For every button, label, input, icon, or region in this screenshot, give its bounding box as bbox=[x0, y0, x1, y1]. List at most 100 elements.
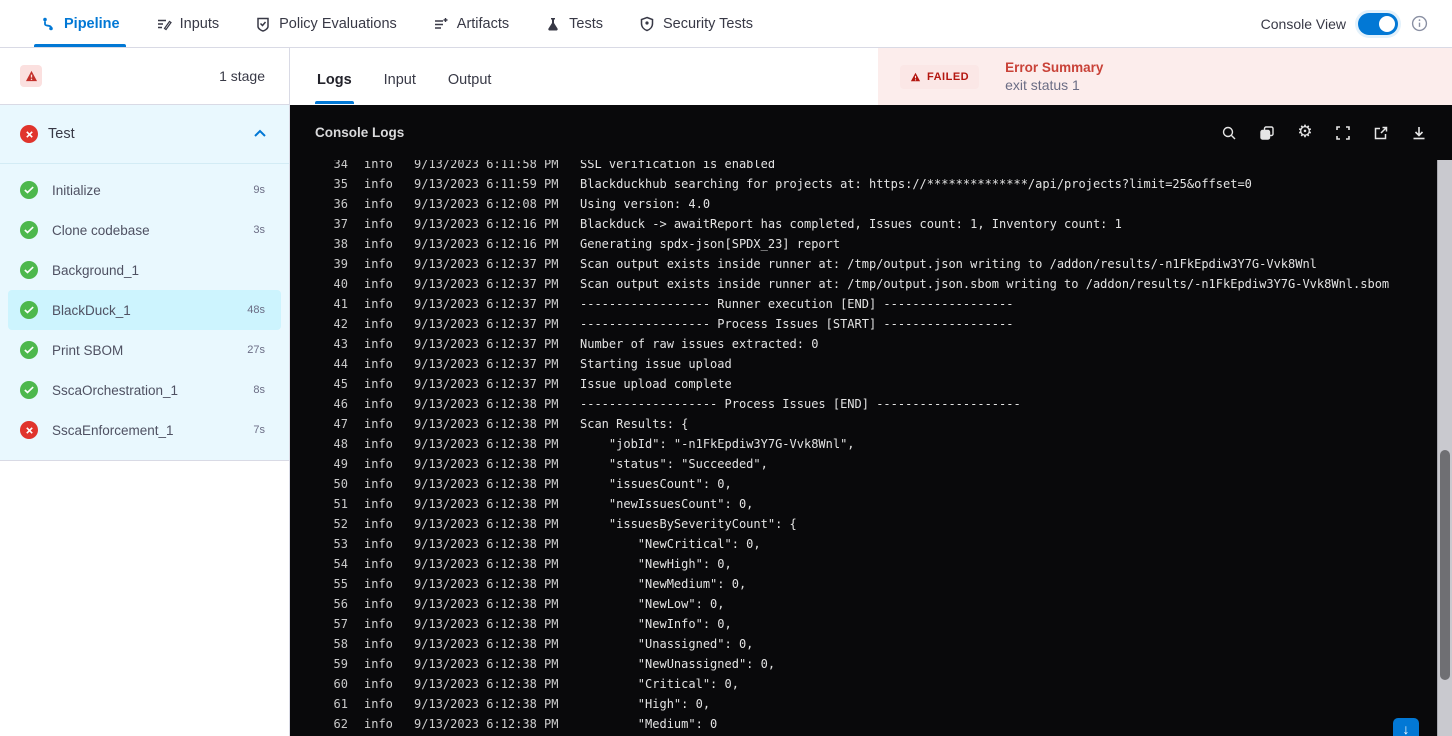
step-item-background-1[interactable]: Background_1 bbox=[8, 250, 281, 290]
download-icon[interactable] bbox=[1410, 124, 1428, 142]
log-line-number: 57 bbox=[333, 617, 348, 631]
tab-pipeline-label: Pipeline bbox=[64, 15, 120, 32]
log-line-number: 48 bbox=[333, 437, 348, 451]
chevron-up-icon[interactable] bbox=[253, 125, 267, 143]
info-icon[interactable] bbox=[1410, 15, 1428, 33]
log-level: info bbox=[364, 337, 393, 351]
log-level: info bbox=[364, 577, 393, 591]
log-message: "Critical": 0, bbox=[580, 677, 739, 691]
console-actions: ⚙ bbox=[1220, 124, 1428, 142]
settings-gear-icon[interactable]: ⚙ bbox=[1296, 124, 1314, 142]
copy-icon[interactable] bbox=[1258, 124, 1276, 142]
log-line-number: 51 bbox=[333, 497, 348, 511]
log-row: 62 info 9/13/2023 6:12:38 PM "Medium": 0 bbox=[290, 714, 1437, 734]
step-duration: 3s bbox=[253, 224, 265, 236]
failed-badge-label: FAILED bbox=[927, 70, 970, 83]
tab-output[interactable]: Output bbox=[446, 72, 494, 104]
log-line-number: 36 bbox=[333, 197, 348, 211]
step-name: BlackDuck_1 bbox=[52, 302, 131, 318]
log-timestamp: 9/13/2023 6:12:16 PM bbox=[414, 237, 559, 251]
log-level: info bbox=[364, 417, 393, 431]
tab-logs[interactable]: Logs bbox=[315, 72, 354, 104]
log-level: info bbox=[364, 377, 393, 391]
log-level: info bbox=[364, 297, 393, 311]
step-detail-tabs-row: Logs Input Output FAILED Error Summary e… bbox=[290, 48, 1452, 105]
log-level: info bbox=[364, 237, 393, 251]
tab-input[interactable]: Input bbox=[382, 72, 418, 104]
log-row: 47 info 9/13/2023 6:12:38 PM Scan Results: … bbox=[290, 414, 1437, 434]
log-message: "NewCritical": 0, bbox=[580, 537, 761, 551]
log-viewer[interactable]: 34 info 9/13/2023 6:11:58 PM SSL verificati… bbox=[290, 160, 1452, 736]
step-item-initialize[interactable]: Initialize 9s bbox=[8, 170, 281, 210]
open-in-new-icon[interactable] bbox=[1372, 124, 1390, 142]
log-line-number: 46 bbox=[333, 397, 348, 411]
console-view-label: Console View bbox=[1260, 15, 1346, 32]
log-line-number: 42 bbox=[333, 317, 348, 331]
console-view-toggle[interactable] bbox=[1358, 12, 1398, 35]
log-timestamp: 9/13/2023 6:12:37 PM bbox=[414, 257, 559, 271]
main-panel: Logs Input Output FAILED Error Summary e… bbox=[290, 48, 1452, 736]
log-level: info bbox=[364, 457, 393, 471]
log-message: Blackduck -> awaitReport has completed, … bbox=[580, 217, 1122, 231]
log-message: ------------------ Process Issues [START… bbox=[580, 317, 1014, 331]
log-level: info bbox=[364, 597, 393, 611]
step-item-sscaenforcement-1[interactable]: SscaEnforcement_1 7s bbox=[8, 410, 281, 450]
step-item-clone-codebase[interactable]: Clone codebase 3s bbox=[8, 210, 281, 250]
log-line-number: 60 bbox=[333, 677, 348, 691]
step-item-sscaorchestration-1[interactable]: SscaOrchestration_1 8s bbox=[8, 370, 281, 410]
log-level: info bbox=[364, 497, 393, 511]
log-line-number: 54 bbox=[333, 557, 348, 571]
log-message: Number of raw issues extracted: 0 bbox=[580, 337, 819, 351]
log-message: "issuesBySeverityCount": { bbox=[580, 517, 797, 531]
execution-sidebar: 1 stage Test Initialize 9s Clone codebase 3… bbox=[0, 48, 290, 736]
log-scrollbar[interactable] bbox=[1437, 160, 1452, 736]
log-level: info bbox=[364, 160, 393, 171]
log-message: "jobId": "-n1FkEpdiw3Y7G-Vvk8Wnl", bbox=[580, 437, 855, 451]
log-row: 52 info 9/13/2023 6:12:38 PM "issuesBySeve… bbox=[290, 514, 1437, 534]
tab-tests[interactable]: Tests bbox=[545, 0, 603, 47]
sidebar-header: 1 stage bbox=[0, 48, 289, 105]
error-summary-message: exit status 1 bbox=[1005, 77, 1080, 93]
log-timestamp: 9/13/2023 6:12:38 PM bbox=[414, 517, 559, 531]
log-level: info bbox=[364, 677, 393, 691]
scroll-to-bottom-button[interactable]: ↓ bbox=[1393, 718, 1419, 736]
step-duration: 48s bbox=[247, 304, 265, 316]
step-duration: 27s bbox=[247, 344, 265, 356]
log-timestamp: 9/13/2023 6:12:37 PM bbox=[414, 337, 559, 351]
log-level: info bbox=[364, 657, 393, 671]
tab-policy-evaluations-label: Policy Evaluations bbox=[279, 15, 397, 32]
log-line-number: 47 bbox=[333, 417, 348, 431]
step-name: Initialize bbox=[52, 182, 101, 198]
log-level: info bbox=[364, 177, 393, 191]
fullscreen-icon[interactable] bbox=[1334, 124, 1352, 142]
log-level: info bbox=[364, 317, 393, 331]
tab-tests-label: Tests bbox=[569, 15, 603, 32]
log-timestamp: 9/13/2023 6:11:58 PM bbox=[414, 160, 559, 171]
log-row: 40 info 9/13/2023 6:12:37 PM Scan output ex… bbox=[290, 274, 1437, 294]
step-detail-tabs: Logs Input Output bbox=[290, 48, 878, 105]
log-message: Generating spdx-json[SPDX_23] report bbox=[580, 237, 841, 251]
tab-artifacts[interactable]: Artifacts bbox=[433, 0, 509, 47]
log-line-number: 53 bbox=[333, 537, 348, 551]
log-line-number: 45 bbox=[333, 377, 348, 391]
tab-pipeline[interactable]: Pipeline bbox=[34, 0, 126, 47]
log-message: Using version: 4.0 bbox=[580, 197, 711, 211]
tab-policy-evaluations[interactable]: Policy Evaluations bbox=[255, 0, 397, 47]
step-item-print-sbom[interactable]: Print SBOM 27s bbox=[8, 330, 281, 370]
success-icon bbox=[20, 381, 38, 399]
stage-header-test[interactable]: Test bbox=[0, 105, 289, 163]
success-icon bbox=[20, 181, 38, 199]
log-row: 45 info 9/13/2023 6:12:37 PM Issue upload c… bbox=[290, 374, 1437, 394]
log-line-number: 55 bbox=[333, 577, 348, 591]
log-row: 53 info 9/13/2023 6:12:38 PM "NewCritical"… bbox=[290, 534, 1437, 554]
search-icon[interactable] bbox=[1220, 124, 1238, 142]
log-level: info bbox=[364, 697, 393, 711]
log-scrollbar-thumb[interactable] bbox=[1440, 450, 1450, 680]
log-timestamp: 9/13/2023 6:12:38 PM bbox=[414, 717, 559, 731]
log-message: ------------------ Runner execution [END… bbox=[580, 297, 1014, 311]
step-item-blackduck-1[interactable]: BlackDuck_1 48s bbox=[8, 290, 281, 330]
log-timestamp: 9/13/2023 6:12:37 PM bbox=[414, 357, 559, 371]
tab-security-tests[interactable]: Security Tests bbox=[639, 0, 753, 47]
tab-inputs[interactable]: Inputs bbox=[156, 0, 219, 47]
top-navigation: Pipeline Inputs Policy Evaluations Artif… bbox=[0, 0, 1452, 48]
